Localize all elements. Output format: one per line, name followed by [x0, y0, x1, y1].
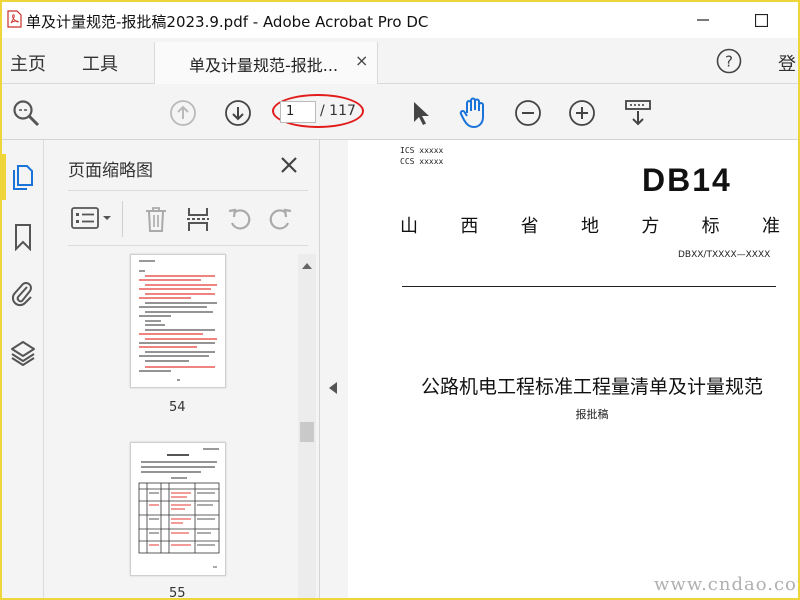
- rotate-right-icon: [269, 208, 292, 230]
- menu-tab-bar: 主页 工具 单及计量规范-报批... × ? 登: [2, 38, 798, 84]
- select-tool-button[interactable]: [406, 98, 436, 128]
- thumbnail-content-preview: [138, 448, 220, 568]
- next-page-button[interactable]: [223, 98, 253, 128]
- standard-number: DBXX/TXXXX—XXXX: [678, 250, 771, 260]
- zoom-in-button[interactable]: [567, 98, 597, 128]
- heading-char: 准: [761, 216, 780, 237]
- page-thumbnail-55[interactable]: [130, 442, 226, 576]
- rotate-left-icon: [228, 208, 251, 230]
- ccs-code: CCS xxxxx: [400, 157, 444, 166]
- maximize-button[interactable]: [738, 2, 784, 38]
- acrobat-app-icon: [7, 10, 22, 28]
- tab-document[interactable]: 单及计量规范-报批... ×: [154, 42, 378, 84]
- arrow-up-circle-icon: [170, 100, 196, 126]
- toolbar-divider: [122, 201, 123, 237]
- help-icon[interactable]: ?: [716, 48, 742, 74]
- page-thumbnails-button[interactable]: [8, 162, 38, 192]
- panel-collapse-strip[interactable]: [320, 140, 348, 598]
- left-navigation-rail: [2, 140, 44, 598]
- title-bar: 单及计量规范-报批稿2023.9.pdf - Adobe Acrobat Pro…: [2, 2, 798, 38]
- page-thumbnail-54[interactable]: [130, 254, 226, 388]
- heading-char: 西: [460, 216, 479, 237]
- standard-heading: 山 西 省 地 方 标 准: [400, 212, 780, 238]
- close-tab-icon[interactable]: ×: [355, 51, 368, 70]
- document-title: 公路机电工程标准工程量清单及计量规范: [420, 376, 763, 398]
- document-page[interactable]: ICS xxxxx CCS xxxxx DB14 山 西 省 地 方 标 准 D…: [348, 140, 798, 598]
- options-menu-button[interactable]: [70, 205, 114, 231]
- document-tab-label: 单及计量规范-报批...: [189, 56, 339, 75]
- main-toolbar: 1 / 117: [2, 84, 798, 140]
- bookmark-icon: [15, 224, 31, 251]
- close-panel-icon[interactable]: [278, 154, 300, 176]
- rotate-right-button[interactable]: [266, 205, 294, 233]
- scrollbar-thumb[interactable]: [300, 422, 314, 442]
- window-title: 单及计量规范-报批稿2023.9.pdf - Adobe Acrobat Pro…: [26, 13, 429, 31]
- page-number-input[interactable]: 1: [280, 101, 316, 123]
- bookmarks-button[interactable]: [8, 222, 38, 252]
- db-standard-logo: DB14: [642, 162, 732, 198]
- sign-in-button[interactable]: 登: [778, 50, 796, 76]
- rail-accent: [2, 154, 6, 200]
- thumbnail-toolbar: [68, 190, 308, 246]
- attachments-button[interactable]: [8, 278, 38, 308]
- site-watermark: www.cndao.com: [654, 574, 798, 595]
- arrow-down-circle-icon: [225, 100, 251, 126]
- thumbnail-page-number: 54: [169, 400, 186, 415]
- heading-char: 地: [580, 216, 599, 237]
- heading-char: 山: [400, 216, 418, 237]
- scroll-mode-icon: [625, 100, 651, 126]
- page-split-icon: [187, 208, 209, 231]
- tab-home[interactable]: 主页: [10, 50, 46, 76]
- ics-code: ICS xxxxx: [400, 146, 444, 155]
- zoom-out-icon: [515, 100, 541, 126]
- paperclip-icon: [11, 282, 32, 307]
- cursor-arrow-icon: [414, 102, 429, 125]
- page-thumbnails-icon: [13, 165, 33, 190]
- heading-char: 省: [520, 216, 539, 237]
- scroll-up-icon[interactable]: [298, 258, 316, 274]
- trash-icon: [146, 207, 166, 232]
- zoom-out-button[interactable]: [513, 98, 543, 128]
- collapse-left-icon[interactable]: [329, 382, 337, 394]
- search-icon: [13, 100, 40, 127]
- options-list-icon: [71, 207, 111, 229]
- heading-char: 标: [701, 216, 720, 237]
- thumbnail-content-preview: [139, 260, 217, 381]
- heading-char: 方: [641, 216, 660, 237]
- hand-icon: [459, 97, 484, 128]
- total-pages-label: / 117: [320, 103, 356, 119]
- find-button[interactable]: [10, 97, 42, 129]
- hand-tool-button[interactable]: [457, 96, 491, 130]
- split-page-button[interactable]: [184, 205, 212, 233]
- thumbnail-scrollbar[interactable]: [298, 254, 316, 598]
- page-display-button[interactable]: [622, 96, 654, 130]
- minimize-button[interactable]: [680, 2, 726, 38]
- thumbnails-panel: 页面缩略图 54 55: [44, 140, 320, 598]
- header-divider: [402, 286, 776, 287]
- rotate-left-button[interactable]: [226, 205, 254, 233]
- delete-pages-button[interactable]: [142, 205, 170, 233]
- layers-button[interactable]: [8, 338, 38, 368]
- minimize-icon: [697, 19, 709, 21]
- layers-icon: [11, 341, 35, 366]
- panel-title: 页面缩略图: [68, 161, 153, 181]
- thumbnail-page-number: 55: [169, 586, 186, 598]
- svg-text:?: ?: [725, 53, 733, 71]
- zoom-in-icon: [569, 100, 595, 126]
- app-window: 单及计量规范-报批稿2023.9.pdf - Adobe Acrobat Pro…: [2, 2, 798, 598]
- previous-page-button[interactable]: [168, 98, 198, 128]
- document-subtitle: 报批稿: [575, 408, 609, 421]
- maximize-icon: [754, 13, 768, 27]
- tab-tools[interactable]: 工具: [82, 50, 118, 76]
